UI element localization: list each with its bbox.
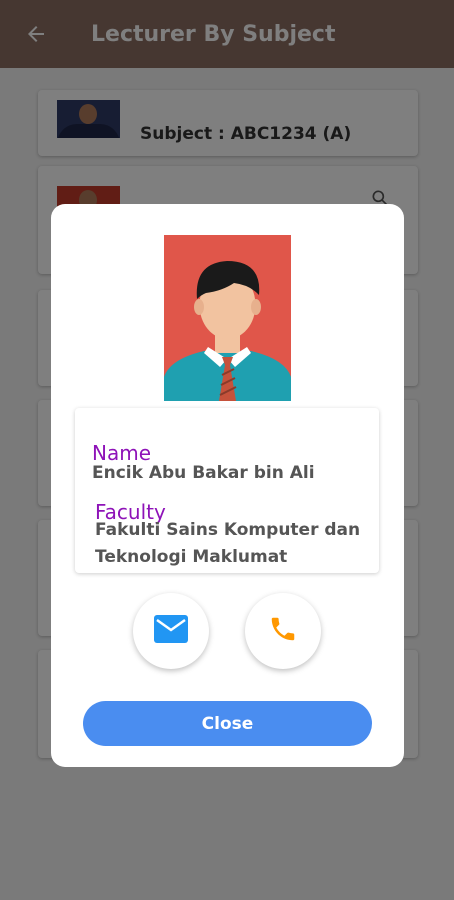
name-value: Encik Abu Bakar bin Ali <box>92 463 315 483</box>
close-button[interactable]: Close <box>83 701 372 746</box>
lecturer-dialog: Name Encik Abu Bakar bin Ali Faculty Fak… <box>51 204 404 767</box>
lecturer-photo <box>164 235 291 401</box>
phone-icon <box>268 614 298 649</box>
faculty-value: Fakulti Sains Komputer dan Teknologi Mak… <box>95 520 361 567</box>
email-icon <box>154 614 188 648</box>
phone-button[interactable] <box>245 593 321 669</box>
email-button[interactable] <box>133 593 209 669</box>
lecturer-info-card: Name Encik Abu Bakar bin Ali Faculty Fak… <box>75 408 379 573</box>
